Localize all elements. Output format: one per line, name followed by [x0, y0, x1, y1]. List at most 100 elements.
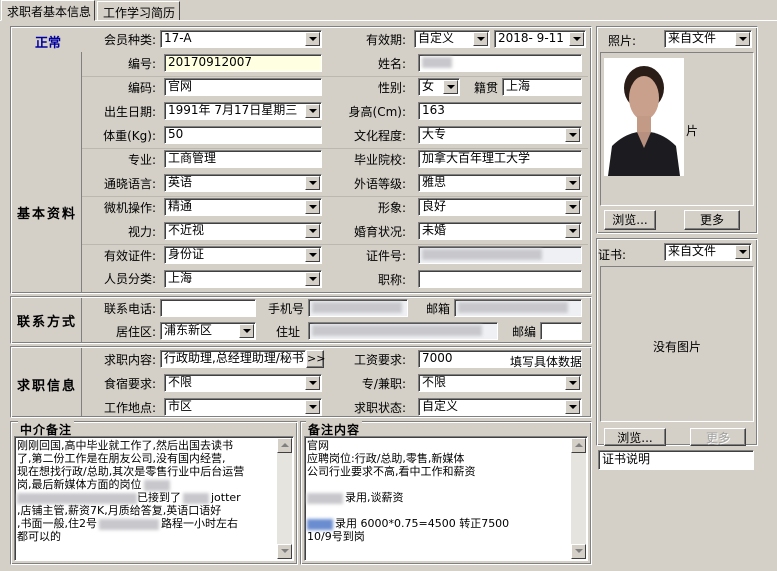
- chevron-down-icon[interactable]: [239, 324, 254, 338]
- remark-memo[interactable]: 官网 应聘岗位:行政/总助,零售,新媒体 公司行业要求不高,看中工作和薪资 录用…: [304, 436, 588, 561]
- code-field[interactable]: 官网: [164, 78, 322, 96]
- category-select[interactable]: 上海: [164, 270, 322, 288]
- status-label: 正常: [34, 36, 61, 51]
- chevron-down-icon[interactable]: [569, 32, 584, 46]
- chevron-down-icon[interactable]: [305, 176, 320, 190]
- marital-select[interactable]: 未婚: [418, 222, 582, 240]
- state-select[interactable]: 自定义: [418, 398, 582, 416]
- certificate-source-select[interactable]: 来自文件: [664, 243, 752, 261]
- agent-note-line: 现在想找行政/总助,其次是零售行业中后台运营: [17, 465, 245, 478]
- phone-label: 联系电话:: [103, 302, 156, 316]
- phone-field[interactable]: [160, 299, 256, 317]
- scroll-down-icon[interactable]: [571, 544, 586, 559]
- document-select[interactable]: 身份证: [164, 246, 322, 264]
- job-content-field[interactable]: 行政助理,总经理助理/秘书: [160, 350, 306, 368]
- chevron-down-icon[interactable]: [565, 400, 580, 414]
- email-field[interactable]: [454, 299, 582, 317]
- scroll-up-icon[interactable]: [277, 438, 292, 453]
- language-label: 通晓语言:: [103, 177, 156, 191]
- language-level-select[interactable]: 雅思: [418, 174, 582, 192]
- chevron-down-icon[interactable]: [305, 272, 320, 286]
- certificate-browse-button[interactable]: 浏览...: [604, 428, 666, 446]
- id-field[interactable]: 20170912007: [164, 54, 322, 72]
- redacted: [17, 492, 137, 504]
- membership-select[interactable]: 17-A: [160, 30, 322, 48]
- chevron-down-icon[interactable]: [305, 32, 320, 46]
- weight-field[interactable]: 50: [164, 126, 322, 144]
- scroll-up-icon[interactable]: [571, 438, 586, 453]
- gender-select[interactable]: 女: [418, 78, 460, 96]
- mobile-field[interactable]: [308, 299, 408, 317]
- agent-note-line: ,书面一般,住2号: [17, 517, 97, 530]
- scroll-down-icon[interactable]: [277, 544, 292, 559]
- board-select[interactable]: 不限: [164, 374, 322, 392]
- chevron-down-icon[interactable]: [443, 80, 458, 94]
- education-value: 大专: [422, 127, 447, 141]
- location-select[interactable]: 市区: [164, 398, 322, 416]
- category-label: 人员分类:: [103, 272, 156, 286]
- photo-more-button[interactable]: 更多: [684, 210, 740, 230]
- chevron-down-icon[interactable]: [305, 400, 320, 414]
- origin-field[interactable]: 上海: [502, 78, 582, 96]
- chevron-down-icon[interactable]: [305, 224, 320, 238]
- chevron-down-icon[interactable]: [735, 32, 750, 46]
- tab-basic-info[interactable]: 求职者基本信息: [1, 0, 95, 21]
- chevron-down-icon[interactable]: [565, 224, 580, 238]
- marital-label: 婚育状况:: [353, 225, 406, 239]
- major-field[interactable]: 工商管理: [164, 150, 322, 168]
- fulltime-select[interactable]: 不限: [418, 374, 582, 392]
- job-content-value: 行政助理,总经理助理/秘书: [164, 351, 304, 365]
- district-select[interactable]: 浦东新区: [160, 322, 256, 340]
- tab-divider: [0, 20, 777, 21]
- chevron-down-icon[interactable]: [305, 200, 320, 214]
- cert-number-field[interactable]: [418, 246, 582, 264]
- validity-date-picker[interactable]: 2018- 9-11: [494, 30, 586, 48]
- remark-scrollbar[interactable]: [571, 438, 586, 559]
- certificate-description-field[interactable]: 证书说明: [598, 450, 754, 470]
- tab-work-history[interactable]: 工作学习简历: [97, 1, 180, 21]
- marital-value: 未婚: [422, 223, 447, 237]
- vision-select[interactable]: 不近视: [164, 222, 322, 240]
- address-field[interactable]: [308, 322, 498, 340]
- redacted: [307, 518, 333, 530]
- chevron-down-icon[interactable]: [565, 176, 580, 190]
- appearance-select[interactable]: 良好: [418, 198, 582, 216]
- vision-value: 不近视: [168, 223, 205, 237]
- chevron-down-icon[interactable]: [565, 128, 580, 142]
- zip-field[interactable]: [540, 322, 582, 340]
- document-label: 有效证件:: [103, 249, 156, 263]
- title-field[interactable]: [418, 270, 582, 288]
- photo-browse-button[interactable]: 浏览...: [604, 210, 656, 230]
- language-select[interactable]: 英语: [164, 174, 322, 192]
- name-field[interactable]: [418, 54, 582, 72]
- vision-label: 视力:: [127, 225, 156, 239]
- chevron-down-icon[interactable]: [565, 376, 580, 390]
- school-field[interactable]: 加拿大百年理工大学: [418, 150, 582, 168]
- job-section-label: 求职信息: [17, 379, 78, 394]
- appearance-value: 良好: [422, 199, 447, 213]
- chevron-down-icon[interactable]: [305, 376, 320, 390]
- computer-select[interactable]: 精通: [164, 198, 322, 216]
- tab-label: 求职者基本信息: [7, 5, 92, 19]
- height-field[interactable]: 163: [418, 102, 582, 120]
- validity-type-select[interactable]: 自定义: [414, 30, 490, 48]
- board-value: 不限: [168, 375, 193, 389]
- basic-section-label-cell: [12, 52, 82, 292]
- certificate-source-value: 来自文件: [668, 244, 717, 258]
- job-content-more-button[interactable]: >>: [306, 350, 325, 368]
- agent-note-line: ,店铺主管,薪资7K,月质给答复,英语口语好: [17, 504, 222, 517]
- school-value: 加拿大百年理工大学: [422, 151, 531, 165]
- agent-note-memo[interactable]: 刚刚回国,高中毕业就工作了,然后出国去读书 了,第二份工作是在朋友公司,没有国内…: [14, 436, 294, 561]
- agent-note-scrollbar[interactable]: [277, 438, 292, 559]
- chevron-down-icon[interactable]: [305, 104, 320, 118]
- redacted: [99, 518, 159, 530]
- chevron-down-icon[interactable]: [473, 32, 488, 46]
- chevron-down-icon[interactable]: [735, 245, 750, 259]
- birth-date-picker[interactable]: 1991年 7月17日星期三: [164, 102, 322, 120]
- photo-source-select[interactable]: 来自文件: [664, 30, 752, 48]
- height-label: 身高(Cm):: [348, 105, 406, 119]
- education-select[interactable]: 大专: [418, 126, 582, 144]
- chevron-down-icon[interactable]: [305, 248, 320, 262]
- height-value: 163: [422, 103, 445, 117]
- chevron-down-icon[interactable]: [565, 200, 580, 214]
